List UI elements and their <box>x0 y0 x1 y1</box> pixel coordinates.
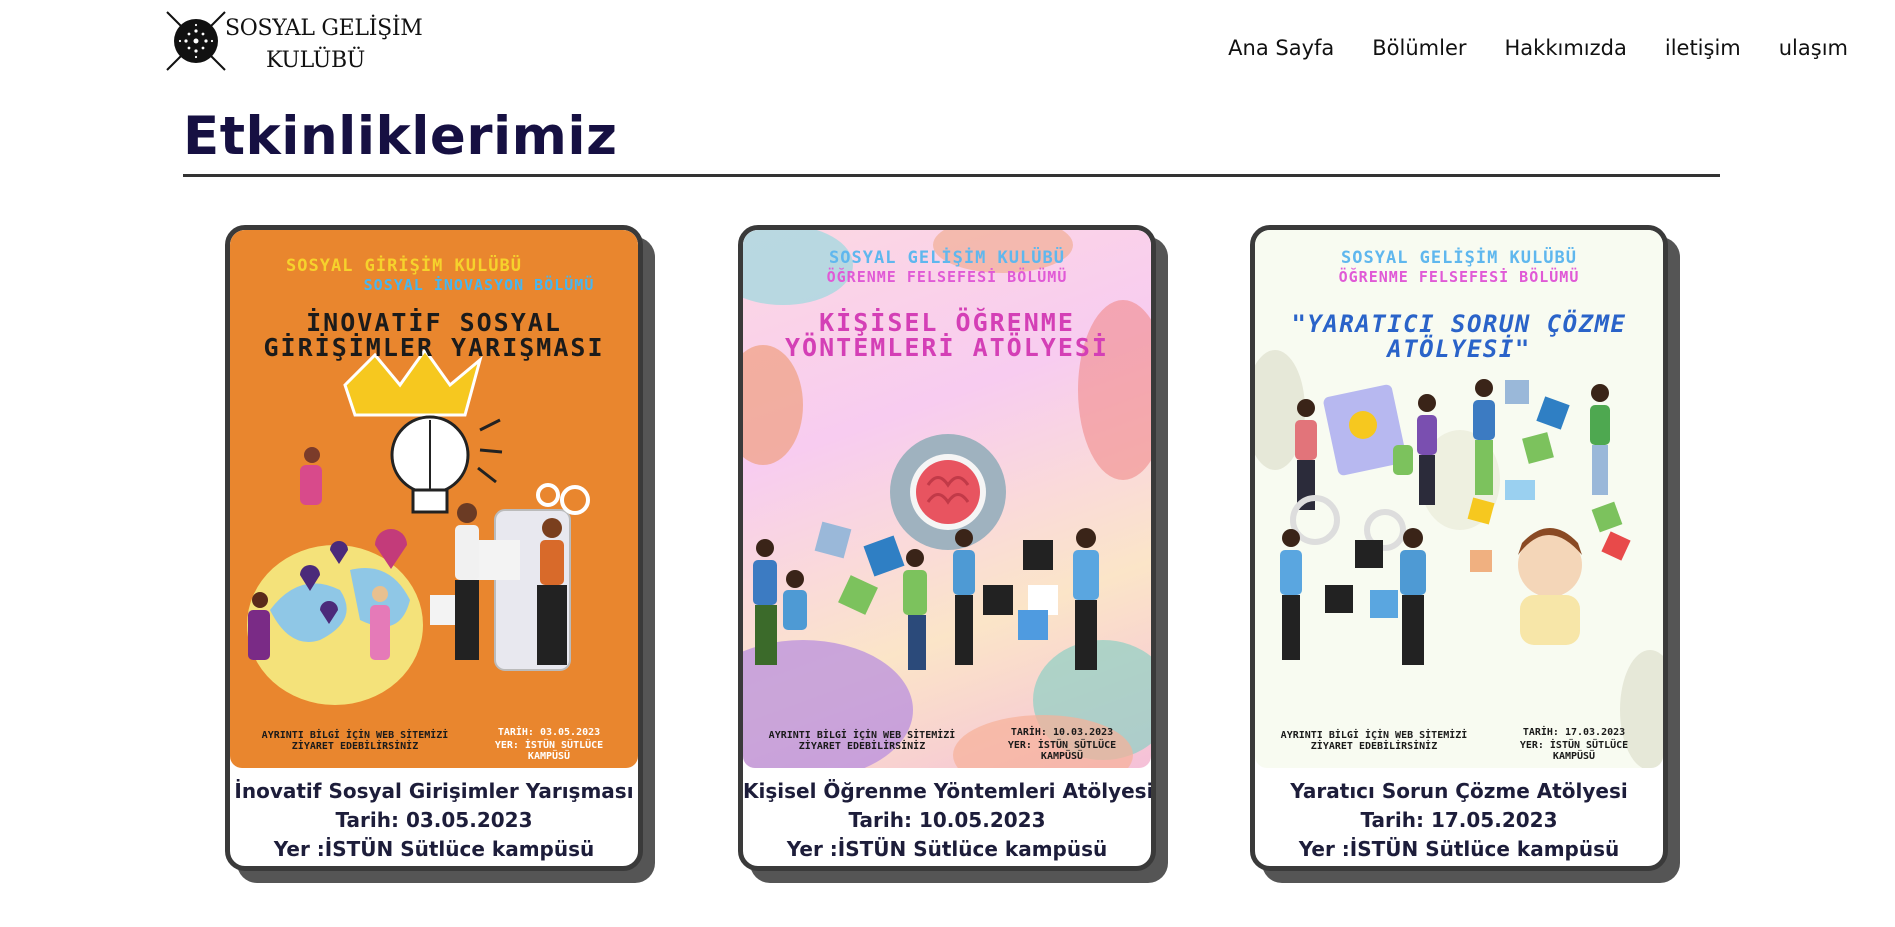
event-poster: SOSYAL GİRİŞİM KULÜBÜ SOSYAL İNOVASYON B… <box>230 230 638 768</box>
page-title: Etkinliklerimiz <box>183 106 618 167</box>
poster-place: YER: İSTÜN SÜTLÜCE KAMPÜSÜ <box>494 740 604 762</box>
event-place: Yer :İSTÜN Sütlüce kampüsü <box>273 837 595 861</box>
poster-date: TARİH: 03.05.2023 <box>497 727 601 738</box>
poster-date: TARİH: 10.03.2023 <box>1010 727 1114 738</box>
event-card[interactable]: SOSYAL GELİŞİM KULÜBÜ ÖĞRENME FELSEFESİ … <box>1250 225 1668 871</box>
event-date: Tarih: 10.05.2023 <box>848 808 1046 832</box>
event-name: Kişisel Öğrenme Yöntemleri Atölyesi <box>743 779 1154 803</box>
poster-department: SOSYAL İNOVASYON BÖLÜMÜ <box>363 276 595 294</box>
poster-department: ÖĞRENME FELSEFESİ BÖLÜMÜ <box>826 268 1068 286</box>
event-date: Tarih: 03.05.2023 <box>335 808 533 832</box>
poster-date: TARİH: 17.03.2023 <box>1522 727 1626 738</box>
poster-footer-info: AYRINTI BİLGİ İÇİN WEB SİTEMİZİ ZİYARET … <box>261 730 449 752</box>
event-poster: SOSYAL GELİŞİM KULÜBÜ ÖĞRENME FELSEFESİ … <box>1255 230 1663 768</box>
poster-title: KİŞİSEL ÖĞRENME YÖNTEMLERİ ATÖLYESİ <box>785 308 1109 362</box>
nav-home[interactable]: Ana Sayfa <box>1228 36 1334 60</box>
event-place: Yer :İSTÜN Sütlüce kampüsü <box>1298 837 1620 861</box>
poster-place: YER: İSTÜN SÜTLÜCE KAMPÜSÜ <box>1007 740 1117 762</box>
logo-text-line1: SOSYAL GELİŞİM <box>225 16 423 41</box>
nav-departments[interactable]: Bölümler <box>1372 36 1466 60</box>
poster-footer-info: AYRINTI BİLGİ İÇİN WEB SİTEMİZİ ZİYARET … <box>768 730 956 752</box>
event-card[interactable]: SOSYAL GELİŞİM KULÜBÜ ÖĞRENME FELSEFESİ … <box>738 225 1156 871</box>
logo-text-line2: KULÜBÜ <box>266 48 366 73</box>
poster-place: YER: İSTÜN SÜTLÜCE KAMPÜSÜ <box>1519 740 1629 762</box>
event-name: İnovatif Sosyal Girişimler Yarışması <box>234 779 634 803</box>
main-nav: Ana Sayfa Bölümler Hakkımızda iletişim u… <box>1228 36 1848 60</box>
event-info: Kişisel Öğrenme Yöntemleri Atölyesi Tari… <box>743 777 1151 864</box>
nav-directions[interactable]: ulaşım <box>1779 36 1848 60</box>
event-name: Yaratıcı Sorun Çözme Atölyesi <box>1290 779 1628 803</box>
event-info: Yaratıcı Sorun Çözme Atölyesi Tarih: 17.… <box>1255 777 1663 864</box>
poster-club-name: SOSYAL GELİŞİM KULÜBÜ <box>829 248 1065 268</box>
poster-title: İNOVATİF SOSYAL GİRİŞİMLER YARIŞMASI <box>263 308 605 362</box>
poster-department: ÖĞRENME FELSEFESİ BÖLÜMÜ <box>1338 268 1580 286</box>
event-info: İnovatif Sosyal Girişimler Yarışması Tar… <box>230 777 638 864</box>
poster-club-name: SOSYAL GELİŞİM KULÜBÜ <box>1341 248 1577 268</box>
poster-footer-info: AYRINTI BİLGİ İÇİN WEB SİTEMİZİ ZİYARET … <box>1280 730 1468 752</box>
event-card[interactable]: SOSYAL GİRİŞİM KULÜBÜ SOSYAL İNOVASYON B… <box>225 225 643 871</box>
title-divider <box>183 174 1720 177</box>
nav-about[interactable]: Hakkımızda <box>1505 36 1627 60</box>
poster-title: "YARATICI SORUN ÇÖZME ATÖLYESİ" <box>1291 310 1627 363</box>
nav-contact[interactable]: iletişim <box>1665 36 1741 60</box>
club-logo[interactable]: SOSYAL GELİŞİM KULÜBÜ <box>165 8 423 78</box>
event-date: Tarih: 17.05.2023 <box>1360 808 1558 832</box>
event-place: Yer :İSTÜN Sütlüce kampüsü <box>786 837 1108 861</box>
event-poster: SOSYAL GELİŞİM KULÜBÜ ÖĞRENME FELSEFESİ … <box>743 230 1151 768</box>
logo-emblem-icon <box>166 11 226 71</box>
poster-club-name: SOSYAL GİRİŞİM KULÜBÜ <box>286 256 522 276</box>
